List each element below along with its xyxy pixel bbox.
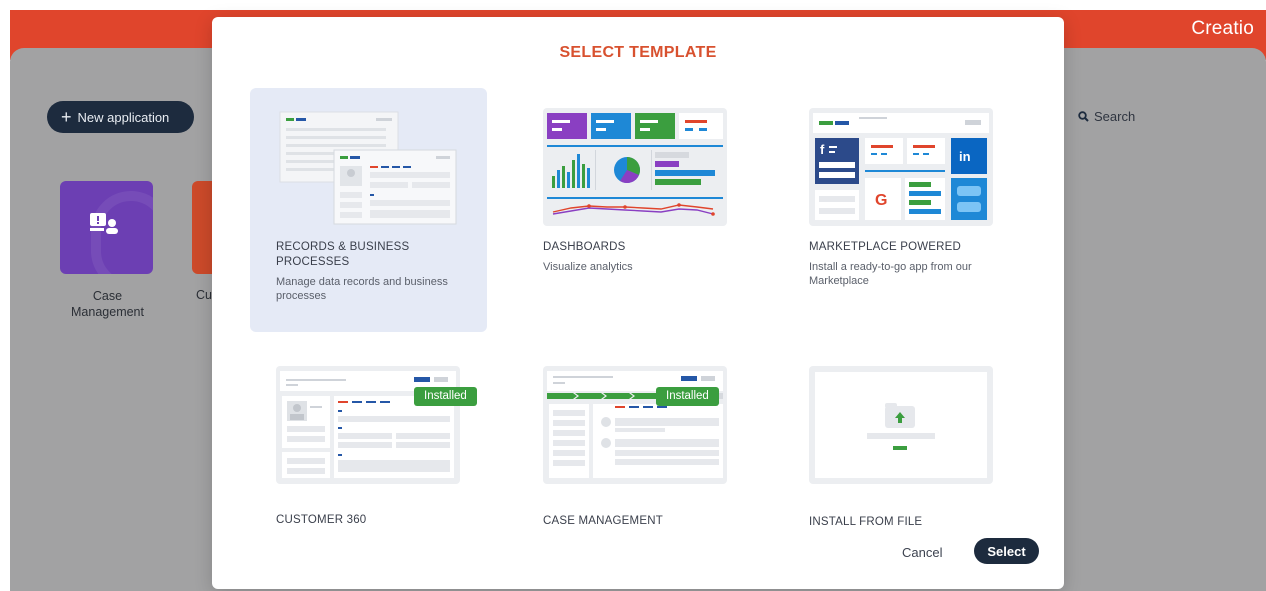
plus-icon: + [61, 107, 72, 127]
template-name: RECORDS & BUSINESS PROCESSES [276, 241, 410, 268]
template-name: CUSTOMER 360 [276, 514, 367, 526]
records-preview-image [276, 108, 460, 226]
dialog-title: SELECT TEMPLATE [559, 44, 717, 61]
svg-text:f: f [820, 142, 825, 157]
marketplace-preview-image: f in G [809, 108, 993, 226]
cancel-button[interactable]: Cancel [892, 539, 952, 565]
app-tile-customer[interactable] [192, 181, 214, 274]
new-application-label: New application [77, 109, 170, 125]
template-card-case-management[interactable]: Installed CASE MANAGEMENT [517, 346, 754, 590]
template-description: Visualize analytics [543, 261, 633, 273]
svg-text:in: in [959, 149, 971, 164]
svg-text:G: G [875, 192, 887, 209]
template-name: CASE MANAGEMENT [543, 515, 663, 527]
installed-badge: Installed [414, 387, 477, 406]
app-tile-label: Case Management [71, 289, 144, 319]
customer-360-preview-image [276, 366, 460, 484]
select-button[interactable]: Select [974, 538, 1039, 564]
install-from-file-preview-image [809, 366, 993, 484]
template-description: Manage data records and business process… [276, 276, 448, 302]
select-template-dialog: SELECT TEMPLATE RECORDS & BUSINESS PROCE… [212, 17, 1064, 589]
search-label: Search [1094, 109, 1136, 124]
new-application-button[interactable]: + New application [47, 101, 194, 133]
dashboards-preview-image [543, 108, 727, 226]
template-name: MARKETPLACE POWERED [809, 241, 962, 253]
app-tile-label: Cu [196, 288, 212, 302]
app-tile-case-management[interactable] [60, 181, 153, 274]
search-icon [1078, 111, 1089, 122]
template-card-dashboards[interactable]: DASHBOARDS Visualize analytics [517, 88, 754, 332]
template-card-records[interactable]: RECORDS & BUSINESS PROCESSES Manage data… [250, 88, 487, 332]
template-card-customer-360[interactable]: Installed CUSTOMER 360 [250, 346, 487, 590]
template-name: DASHBOARDS [543, 241, 626, 253]
template-description: Install a ready-to-go app from our Marke… [809, 261, 972, 287]
installed-badge: Installed [656, 387, 719, 406]
case-management-icon [88, 211, 122, 239]
case-management-preview-image [543, 366, 727, 484]
template-card-marketplace[interactable]: f in G MARKETPLACE POWERED Install a rea… [783, 88, 1020, 332]
brand-logo: Creatio [1191, 18, 1254, 39]
search-field[interactable]: Search [1078, 109, 1135, 124]
template-name: INSTALL FROM FILE [809, 516, 923, 528]
